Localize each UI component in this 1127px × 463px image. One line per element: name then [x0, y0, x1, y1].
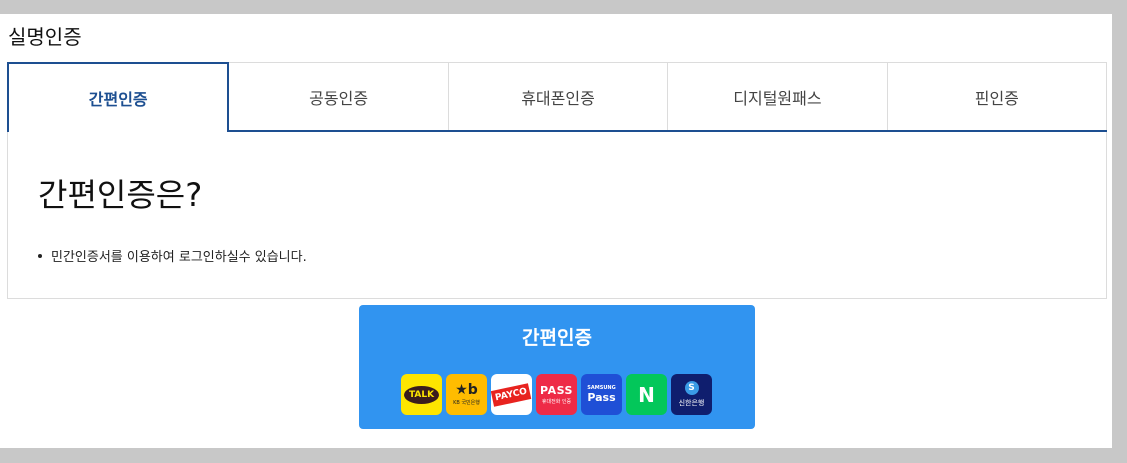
simple-auth-button-label: 간편인증	[522, 327, 592, 349]
payco-label: PAYCO	[491, 382, 532, 407]
page-title: 실명인증	[8, 25, 82, 49]
samsung-pass-icon: SAMSUNG Pass	[581, 374, 622, 415]
payco-icon: PAYCO	[491, 374, 532, 415]
naver-logo: N	[638, 382, 655, 407]
kb-logo: ★b	[455, 382, 478, 398]
tab-content: 간편인증은? 민간인증서를 이용하여 로그인하실수 있습니다.	[7, 132, 1107, 299]
tab-digital-onepass[interactable]: 디지털원패스	[668, 62, 888, 130]
shinhan-label: 신한은행	[678, 399, 705, 407]
shinhan-bank-icon: S 신한은행	[671, 374, 712, 415]
tab-mobile-auth[interactable]: 휴대폰인증	[448, 62, 669, 130]
tab-simple-auth[interactable]: 간편인증	[7, 62, 230, 132]
pass-icon: PASS 휴대전화 인증	[536, 374, 577, 415]
shinhan-logo: S	[684, 381, 699, 395]
provider-icons: TALK ★b KB 국민은행 PAYCO PASS 휴대전화 인증 SAMSU…	[401, 374, 712, 415]
content-heading: 간편인증은?	[38, 176, 203, 214]
kakao-label: TALK	[403, 385, 440, 404]
naver-icon: N	[626, 374, 667, 415]
samsung-pass-logo: Pass	[587, 391, 616, 404]
pass-logo: PASS	[540, 384, 573, 397]
bullet-icon	[38, 253, 42, 258]
kakao-talk-icon: TALK	[401, 374, 442, 415]
auth-tabs: 간편인증 공동인증 휴대폰인증 디지털원패스 핀인증	[7, 62, 1108, 132]
kb-label: KB 국민은행	[453, 400, 480, 406]
tab-joint-certificate[interactable]: 공동인증	[229, 62, 449, 130]
description-text: 민간인증서를 이용하여 로그인하실수 있습니다.	[51, 250, 307, 265]
simple-auth-button[interactable]: 간편인증 TALK ★b KB 국민은행 PAYCO PASS 휴대전화 인증 …	[359, 305, 755, 429]
content-description: 민간인증서를 이용하여 로그인하실수 있습니다.	[38, 246, 307, 265]
tab-pin-auth[interactable]: 핀인증	[887, 62, 1108, 130]
pass-label: 휴대전화 인증	[541, 399, 572, 405]
kb-bank-icon: ★b KB 국민은행	[446, 374, 487, 415]
